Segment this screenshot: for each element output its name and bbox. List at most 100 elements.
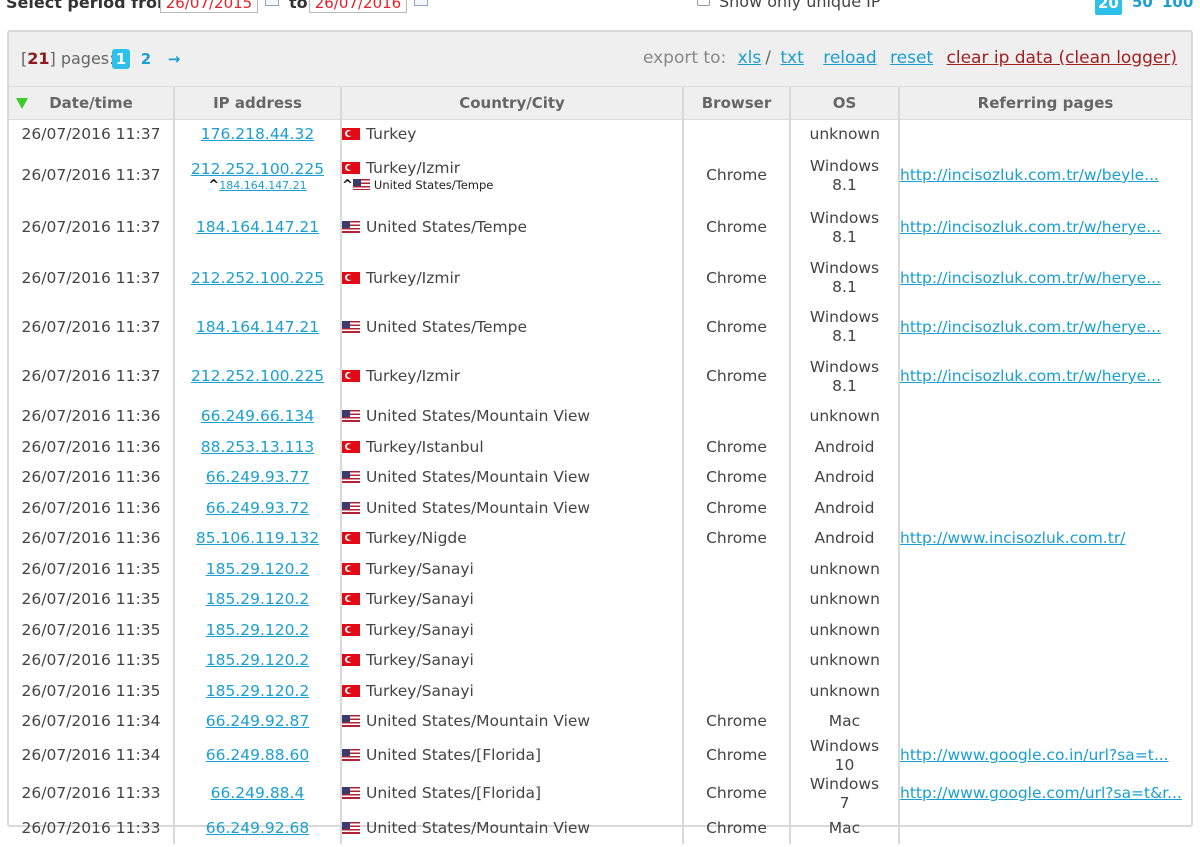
referrer-link[interactable]: http://incisozluk.com.tr/w/herye... xyxy=(901,218,1161,236)
cell-referrer xyxy=(898,462,1191,493)
to-label: to xyxy=(289,0,308,12)
cell-ip: 212.252.100.225 xyxy=(173,351,341,402)
flag-turkey-icon xyxy=(342,370,360,382)
referrer-link[interactable]: http://incisozluk.com.tr/w/herye... xyxy=(901,269,1161,287)
alt-ip-link[interactable]: 184.164.147.21 xyxy=(219,179,306,192)
page-1-button[interactable]: 1 xyxy=(112,49,130,69)
reload-link[interactable]: reload xyxy=(823,48,876,68)
ip-link[interactable]: 184.164.147.21 xyxy=(196,318,319,336)
cell-os: Windows 7 xyxy=(789,774,899,813)
ip-link[interactable]: 184.164.147.21 xyxy=(196,218,319,236)
location-text: Turkey/Sanayi xyxy=(366,559,474,578)
cell-datetime: 26/07/2016 11:33 xyxy=(21,818,161,837)
cell-referrer: http://incisozluk.com.tr/w/beyle... xyxy=(898,149,1191,202)
ip-link[interactable]: 66.249.88.4 xyxy=(211,784,305,802)
cell-datetime: 26/07/2016 11:33 xyxy=(21,784,161,802)
ip-link[interactable]: 66.249.93.72 xyxy=(206,499,310,517)
ip-link[interactable]: 185.29.120.2 xyxy=(206,621,310,639)
clear-ip-data-link[interactable]: clear ip data (clean logger) xyxy=(947,48,1178,68)
from-date-input[interactable]: 26/07/2015 xyxy=(160,0,258,13)
cell-datetime: 26/07/2016 11:36 xyxy=(21,498,161,517)
os-text: Windows 8.1 xyxy=(809,357,880,395)
referrer-link[interactable]: http://incisozluk.com.tr/w/herye... xyxy=(901,367,1161,385)
cell-datetime: 26/07/2016 11:35 xyxy=(21,681,161,700)
header-referring-pages[interactable]: Referring pages xyxy=(898,87,1191,120)
header-datetime[interactable]: Date/time xyxy=(9,87,174,120)
page-2-button[interactable]: 2 xyxy=(140,49,152,69)
os-text: Android xyxy=(814,437,875,456)
flag-usa-icon xyxy=(342,320,360,333)
alt-ip: ^184.164.147.21 xyxy=(175,179,340,192)
cell-os: unknown xyxy=(789,675,899,707)
header-country-city[interactable]: Country/City xyxy=(340,87,683,120)
ip-link[interactable]: 212.252.100.225 xyxy=(191,367,324,385)
sort-desc-icon[interactable] xyxy=(16,98,28,109)
os-text: Mac xyxy=(828,818,861,837)
ip-link[interactable]: 185.29.120.2 xyxy=(206,590,310,608)
ip-link[interactable]: 185.29.120.2 xyxy=(206,560,310,578)
ip-link[interactable]: 185.29.120.2 xyxy=(206,682,310,700)
table-row: 26/07/2016 11:37 212.252.100.225 ^184.164.… xyxy=(9,149,1191,202)
os-text: unknown xyxy=(809,590,880,608)
ip-link[interactable]: 66.249.88.60 xyxy=(206,746,310,764)
calendar-icon[interactable] xyxy=(414,0,428,6)
export-xls-link[interactable]: xls xyxy=(738,48,762,68)
to-date-input[interactable]: 26/07/2016 xyxy=(309,0,407,13)
unique-ip-label: Show only unique IP xyxy=(719,0,881,11)
cell-ip: 212.252.100.225 xyxy=(173,253,341,303)
referrer-link[interactable]: http://incisozluk.com.tr/w/herye... xyxy=(901,318,1161,336)
ip-link[interactable]: 212.252.100.225 xyxy=(191,160,324,178)
calendar-icon[interactable] xyxy=(265,0,279,6)
cell-referrer xyxy=(898,431,1191,463)
ip-link[interactable]: 66.249.92.87 xyxy=(206,712,310,730)
per-page-100[interactable]: 100 xyxy=(1162,0,1193,11)
per-page-50[interactable]: 50 xyxy=(1132,0,1153,11)
cell-referrer xyxy=(898,553,1191,585)
ip-link[interactable]: 212.252.100.225 xyxy=(191,269,324,287)
cell-ip: 176.218.44.32 xyxy=(173,119,341,150)
cell-ip: 88.253.13.113 xyxy=(173,431,341,463)
table-row: 26/07/2016 11:34 66.249.88.60 United State… xyxy=(9,736,1191,775)
flag-usa-icon xyxy=(342,410,360,422)
cell-country-city: United States/Mountain View xyxy=(340,462,683,493)
unique-ip-checkbox[interactable] xyxy=(697,0,710,6)
ip-link[interactable]: 176.218.44.32 xyxy=(201,125,314,143)
ip-link[interactable]: 85.106.119.132 xyxy=(196,529,319,547)
table-row: 26/07/2016 11:35 185.29.120.2 Turkey/Sanay… xyxy=(9,614,1191,646)
referrer-link[interactable]: http://www.google.com/url?sa=t&r... xyxy=(901,784,1182,802)
cell-browser: Chrome xyxy=(682,736,790,775)
header-browser[interactable]: Browser xyxy=(682,87,790,120)
flag-usa-icon xyxy=(352,178,370,190)
cell-referrer xyxy=(898,812,1191,844)
cell-referrer xyxy=(898,614,1191,646)
os-text: unknown xyxy=(809,681,880,700)
cell-datetime: 26/07/2016 11:37 xyxy=(21,268,161,287)
cell-country-city: United States/Mountain View xyxy=(340,492,683,524)
table-row: 26/07/2016 11:33 66.249.88.4 United States… xyxy=(9,774,1191,813)
ip-link[interactable]: 66.249.66.134 xyxy=(201,407,314,425)
referrer-link[interactable]: http://www.incisozluk.com.tr/ xyxy=(901,529,1125,547)
export-txt-link[interactable]: txt xyxy=(780,48,803,68)
os-text: Windows 8.1 xyxy=(809,156,880,194)
header-os[interactable]: OS xyxy=(789,87,899,120)
ip-link[interactable]: 66.249.92.68 xyxy=(206,819,310,837)
referrer-link[interactable]: http://www.google.co.in/url?sa=t... xyxy=(901,746,1169,764)
os-text: unknown xyxy=(809,407,880,425)
ip-link[interactable]: 88.253.13.113 xyxy=(201,438,314,456)
table-row: 26/07/2016 11:37 212.252.100.225 Turkey/Iz… xyxy=(9,253,1191,303)
referrer-link[interactable]: http://incisozluk.com.tr/w/beyle... xyxy=(901,166,1159,184)
location-text: Turkey/Sanayi xyxy=(366,651,474,669)
period-label: Select period from xyxy=(6,0,174,12)
cell-os: unknown xyxy=(789,614,899,646)
reset-link[interactable]: reset xyxy=(890,48,933,68)
header-ip[interactable]: IP address xyxy=(173,87,341,120)
flag-turkey-icon xyxy=(342,593,360,605)
os-text: Windows 8.1 xyxy=(809,308,880,345)
cell-ip: 185.29.120.2 xyxy=(173,675,341,707)
ip-link[interactable]: 66.249.93.77 xyxy=(206,468,310,486)
per-page-20[interactable]: 20 xyxy=(1095,0,1122,15)
os-text: Windows 8.1 xyxy=(809,259,880,296)
ip-link[interactable]: 185.29.120.2 xyxy=(206,651,310,669)
next-page-arrow-icon[interactable]: → xyxy=(166,49,182,69)
location-text: United States/Mountain View xyxy=(366,407,591,425)
